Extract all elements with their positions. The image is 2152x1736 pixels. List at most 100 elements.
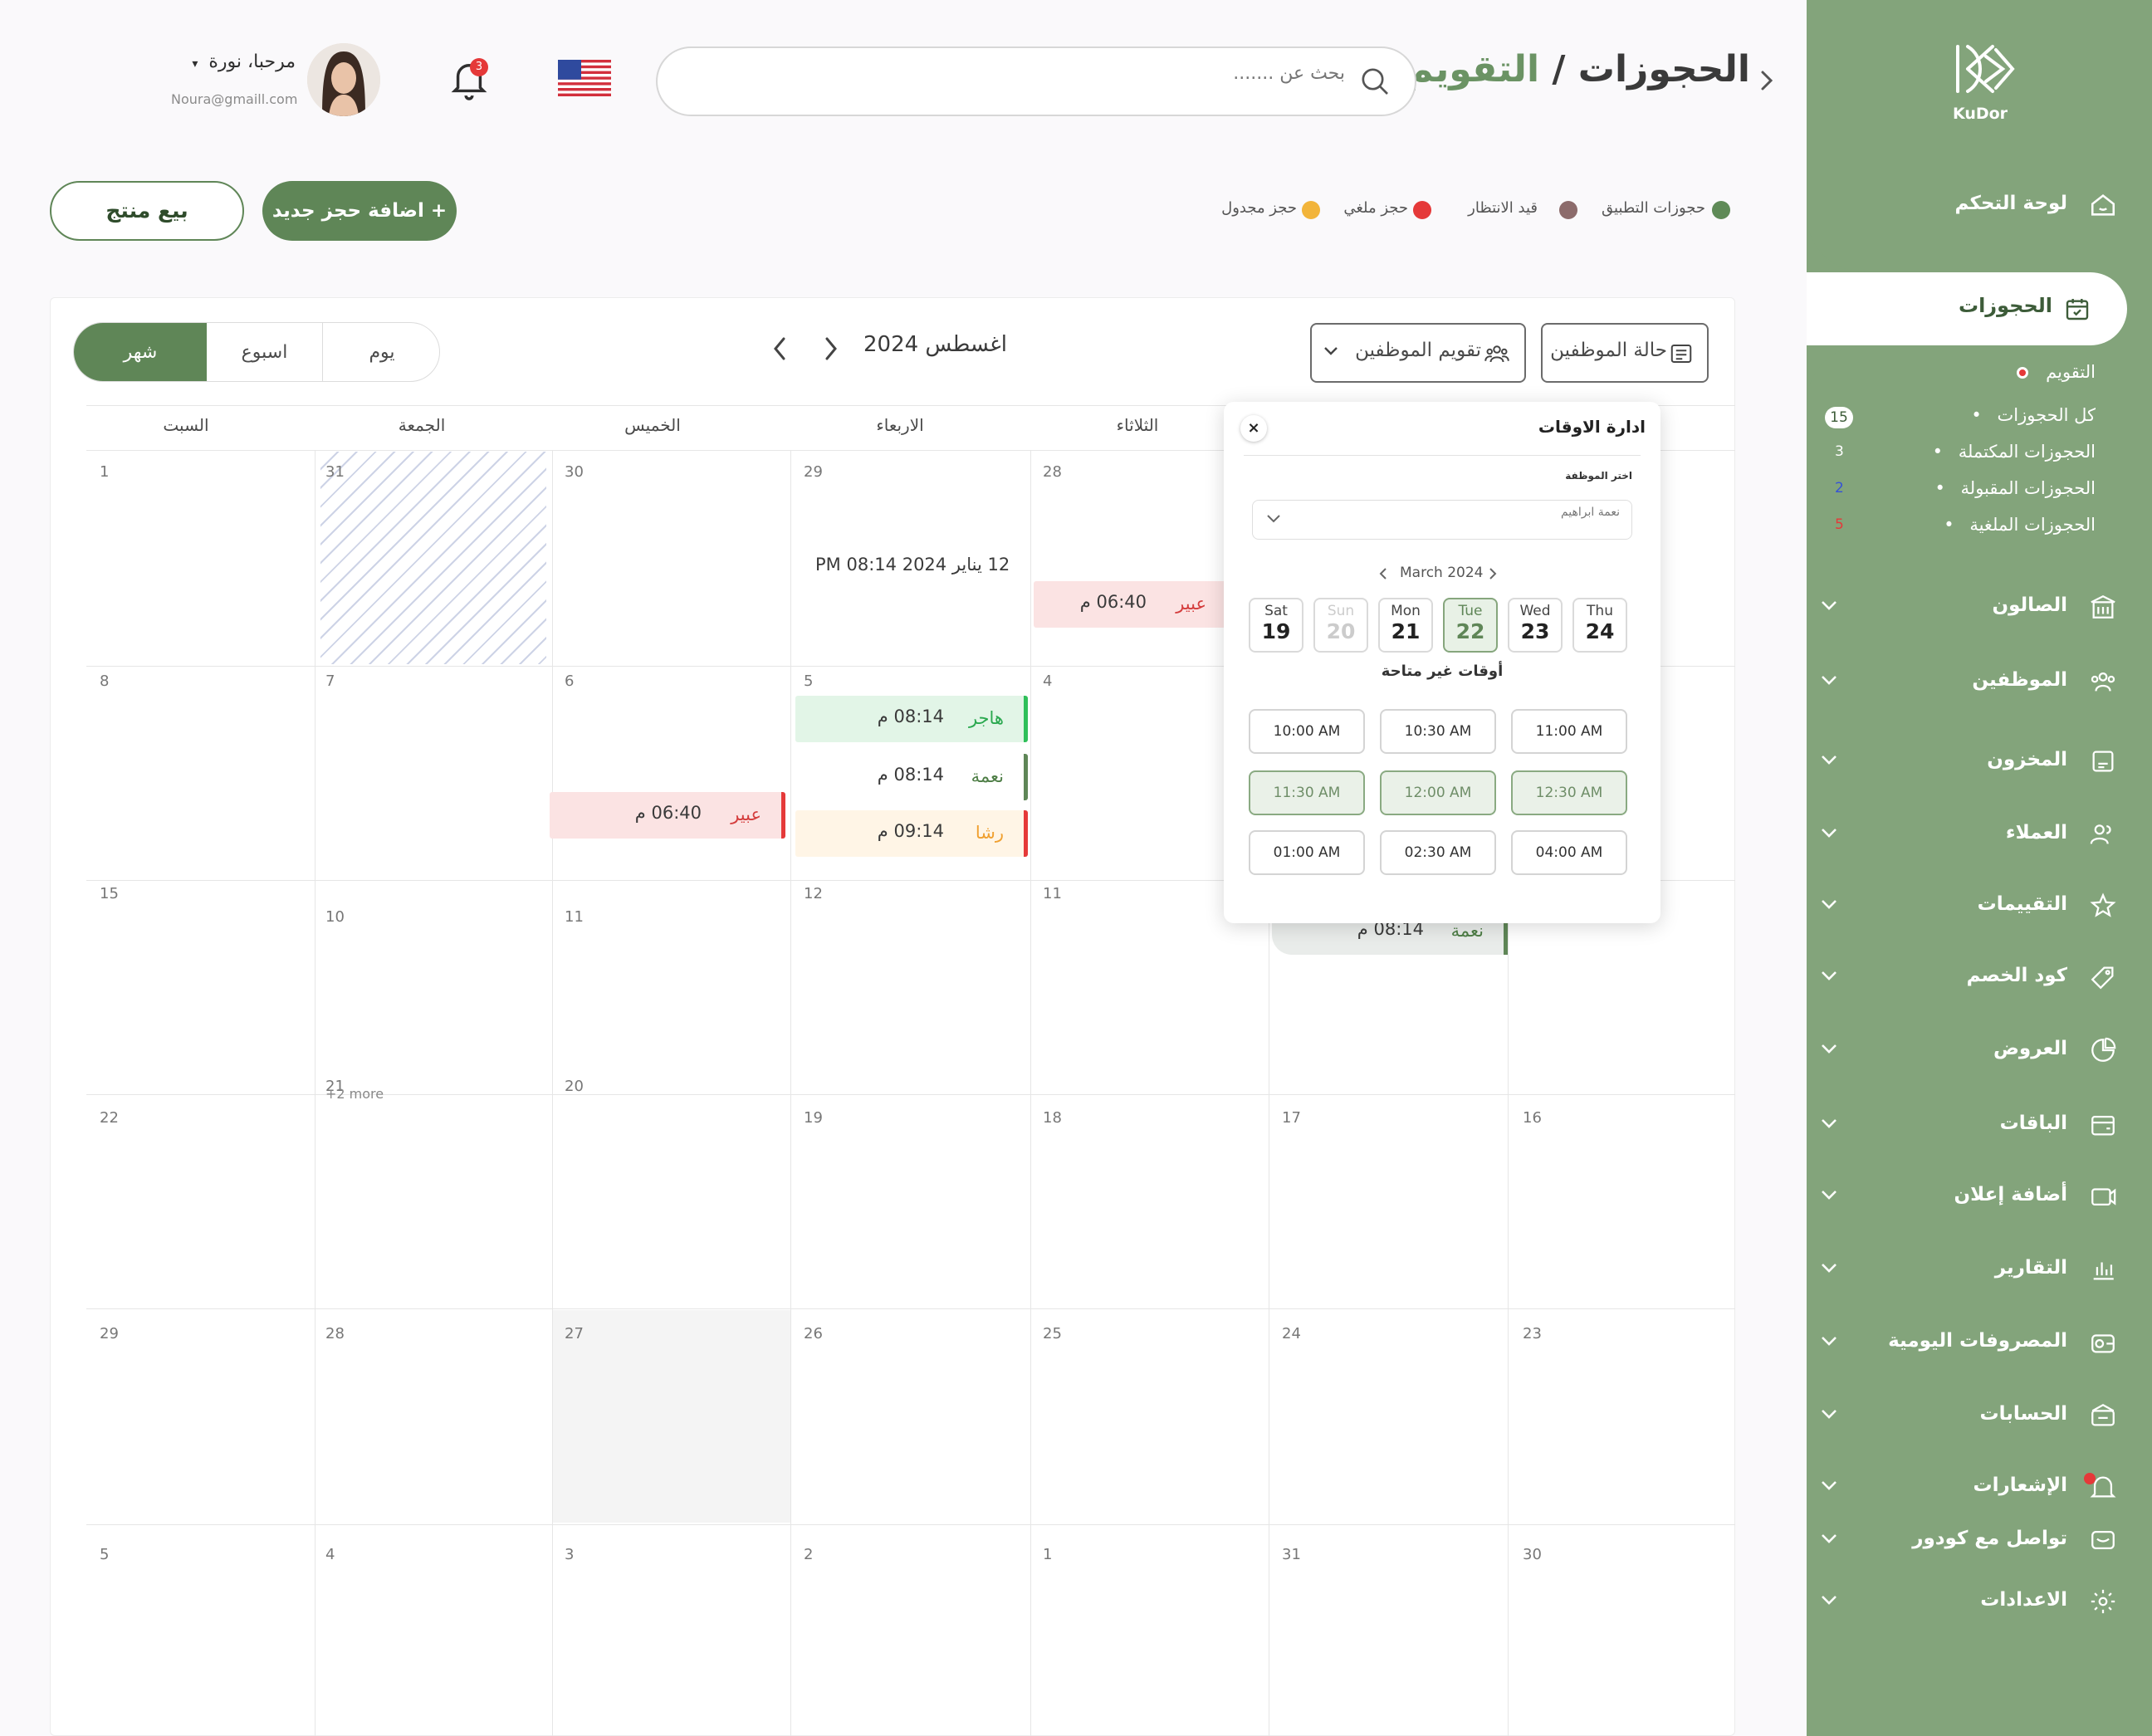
day-option-selected[interactable]: Tue 22 — [1443, 598, 1498, 653]
view-day-button[interactable]: يوم — [323, 323, 439, 381]
day-number[interactable]: 1 — [1043, 1546, 1052, 1563]
day-option[interactable]: Thu 24 — [1572, 598, 1627, 653]
sidebar-item-chart[interactable]: التقارير — [1802, 1254, 2117, 1287]
day-number[interactable]: 11 — [1043, 885, 1062, 902]
day-number[interactable]: 12 — [804, 885, 823, 902]
sidebar-item-safe[interactable]: الحسابات — [1802, 1400, 2117, 1433]
day-number[interactable]: 15 — [100, 885, 119, 902]
avatar[interactable] — [307, 43, 380, 116]
day-number[interactable]: 20 — [565, 1078, 584, 1095]
day-number[interactable]: 2 — [804, 1546, 813, 1563]
sidebar-item-star[interactable]: التقييمات — [1802, 890, 2117, 923]
close-icon[interactable]: × — [1240, 415, 1267, 442]
sidebar-item-bookings[interactable]: الحجوزات — [1807, 272, 2127, 345]
chevron-left-icon[interactable] — [1378, 566, 1388, 581]
sidebar-subitem-completed[interactable]: الحجوزات المكتملة • — [1933, 442, 2096, 462]
time-slot-unavailable[interactable]: 12:00 AM — [1380, 770, 1496, 815]
day-number[interactable]: 24 — [1282, 1325, 1301, 1342]
time-slot[interactable]: 10:30 AM — [1380, 709, 1496, 754]
chevron-down-icon[interactable] — [1820, 1479, 1838, 1491]
event-item[interactable]: عبير 06:40 م — [1034, 581, 1226, 628]
sidebar-subitem-all-bookings[interactable]: كل الحجوزات • — [1971, 405, 2096, 425]
us-flag-icon[interactable] — [558, 60, 611, 96]
day-number[interactable]: 25 — [1043, 1325, 1062, 1342]
view-month-button[interactable]: شهر — [74, 323, 207, 381]
highlighted-day-cell[interactable] — [553, 1310, 790, 1523]
chevron-down-icon[interactable] — [1820, 1335, 1838, 1347]
day-number[interactable]: 7 — [325, 672, 335, 690]
user-greeting[interactable]: مرحبا، نورة ▾ — [192, 51, 296, 72]
staff-status-button[interactable]: حالة الموظفين — [1541, 323, 1709, 383]
sell-product-button[interactable]: بيع منتج — [50, 181, 244, 241]
event-item[interactable]: هاجر 08:14 م — [795, 696, 1028, 742]
chevron-down-icon[interactable] — [1820, 754, 1838, 765]
day-number[interactable]: 28 — [325, 1325, 345, 1342]
sidebar-item-wallet[interactable]: المصروفات اليومية — [1802, 1327, 2117, 1360]
more-events-link[interactable]: +2 more — [325, 1086, 384, 1102]
day-number[interactable]: 26 — [804, 1325, 823, 1342]
time-slot-unavailable[interactable]: 11:30 AM — [1249, 770, 1365, 815]
chevron-down-icon[interactable] — [1820, 1408, 1838, 1420]
sidebar-item-dashboard[interactable]: لوحة التحكم — [1802, 189, 2117, 223]
day-number[interactable]: 1 — [100, 463, 109, 481]
day-number[interactable]: 10 — [325, 908, 345, 926]
staff-calendar-dropdown[interactable]: تقويم الموظفين — [1310, 323, 1526, 383]
employee-select[interactable]: نعمة ابراهيم — [1252, 500, 1632, 540]
day-number[interactable]: 31 — [325, 463, 345, 481]
sidebar-item-users[interactable]: الموظفين — [1802, 666, 2117, 699]
event-item[interactable]: عبير 06:40 م — [550, 792, 785, 839]
day-number[interactable]: 17 — [1282, 1109, 1301, 1127]
add-booking-button[interactable]: + اضافة حجز جديد — [262, 181, 457, 241]
chevron-down-icon[interactable] — [1820, 1262, 1838, 1274]
time-slot[interactable]: 02:30 AM — [1380, 830, 1496, 875]
sidebar-item-card[interactable]: الباقات — [1802, 1109, 2117, 1142]
day-number[interactable]: 27 — [565, 1325, 584, 1342]
sidebar-item-box[interactable]: المخزون — [1802, 746, 2117, 779]
sidebar-subitem-accepted[interactable]: الحجوزات المقبولة • — [1934, 478, 2096, 498]
search-bar[interactable] — [656, 46, 1416, 116]
chevron-right-icon[interactable] — [822, 335, 840, 362]
chevron-down-icon[interactable] — [1820, 1117, 1838, 1129]
chevron-down-icon[interactable] — [1820, 674, 1838, 686]
day-number[interactable]: 16 — [1523, 1109, 1542, 1127]
search-icon[interactable] — [1358, 65, 1391, 98]
search-input[interactable] — [764, 63, 1345, 84]
day-number[interactable]: 6 — [565, 672, 574, 690]
chevron-right-icon[interactable] — [1488, 566, 1498, 581]
view-week-button[interactable]: اسبوع — [207, 323, 323, 381]
sidebar-item-chat[interactable]: تواصل مع كودور — [1802, 1524, 2117, 1558]
chevron-down-icon[interactable] — [1820, 1189, 1838, 1201]
day-number[interactable]: 29 — [804, 463, 823, 481]
day-number[interactable]: 8 — [100, 672, 109, 690]
sidebar-item-user[interactable]: العملاء — [1802, 819, 2117, 852]
chevron-down-icon[interactable] — [1820, 898, 1838, 910]
sidebar-item-pie[interactable]: العروض — [1802, 1034, 2117, 1068]
day-number[interactable]: 3 — [565, 1546, 574, 1563]
chevron-down-icon[interactable] — [1820, 1533, 1838, 1544]
day-number[interactable]: 23 — [1523, 1325, 1542, 1342]
day-number[interactable]: 28 — [1043, 463, 1062, 481]
time-slot[interactable]: 04:00 AM — [1511, 830, 1627, 875]
time-slot[interactable]: 11:00 AM — [1511, 709, 1627, 754]
day-number[interactable]: 30 — [1523, 1546, 1542, 1563]
day-number[interactable]: 11 — [565, 908, 584, 926]
day-number[interactable]: 29 — [100, 1325, 119, 1342]
chevron-down-icon[interactable] — [1820, 1594, 1838, 1606]
event-item[interactable]: نعمة 08:14 م — [795, 754, 1028, 800]
day-number[interactable]: 31 — [1282, 1546, 1301, 1563]
chevron-down-icon[interactable] — [1820, 827, 1838, 839]
time-slot[interactable]: 10:00 AM — [1249, 709, 1365, 754]
day-option[interactable]: Mon 21 — [1378, 598, 1433, 653]
sidebar-subitem-cancelled[interactable]: الحجوزات الملغية • — [1944, 515, 2096, 535]
day-number[interactable]: 4 — [1043, 672, 1052, 690]
kudor-logo[interactable]: KuDor — [1943, 40, 2018, 123]
chevron-right-icon[interactable] — [1758, 68, 1775, 93]
day-number[interactable]: 22 — [100, 1109, 119, 1127]
event-item[interactable]: رشا 09:14 م — [795, 810, 1028, 857]
day-number[interactable]: 5 — [804, 672, 813, 690]
breadcrumb-parent[interactable]: الحجوزات / — [1552, 48, 1750, 90]
day-number[interactable]: 18 — [1043, 1109, 1062, 1127]
sidebar-item-tag[interactable]: كود الخصم — [1802, 961, 2117, 995]
time-slot[interactable]: 01:00 AM — [1249, 830, 1365, 875]
chevron-down-icon[interactable] — [1820, 599, 1838, 611]
